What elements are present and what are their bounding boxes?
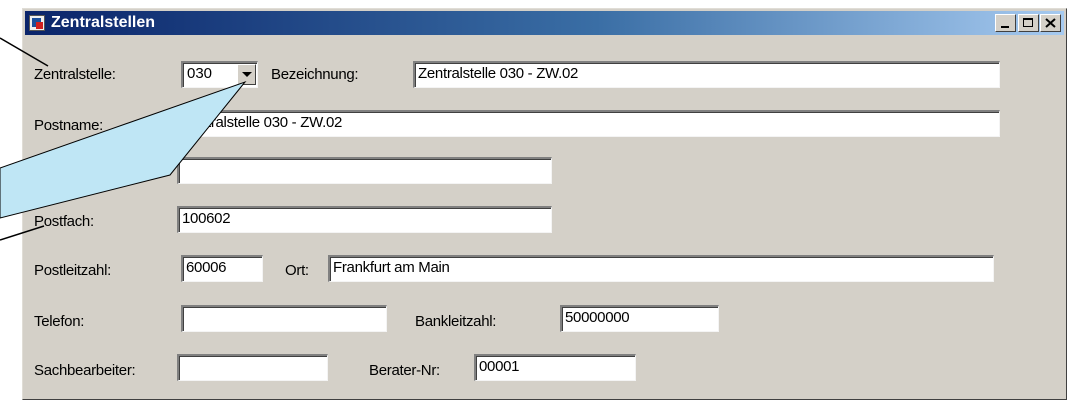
callout-pointer-line — [0, 37, 49, 67]
callout-pointer-line-lower — [0, 225, 45, 241]
callout-balloon — [0, 80, 247, 219]
callout-shape — [0, 37, 247, 241]
